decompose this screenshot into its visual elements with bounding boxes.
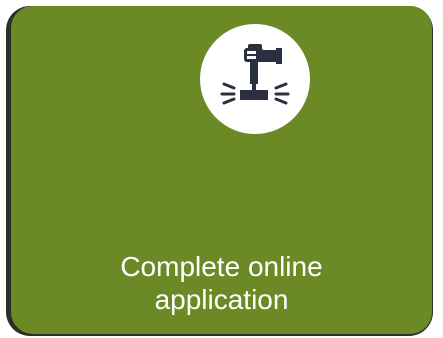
stamp-icon xyxy=(200,24,310,134)
application-step-card: Complete online application xyxy=(11,6,432,334)
card-title: Complete online application xyxy=(11,250,432,316)
card-title-line-2: application xyxy=(154,284,289,315)
card-title-line-1: Complete online xyxy=(120,251,323,282)
